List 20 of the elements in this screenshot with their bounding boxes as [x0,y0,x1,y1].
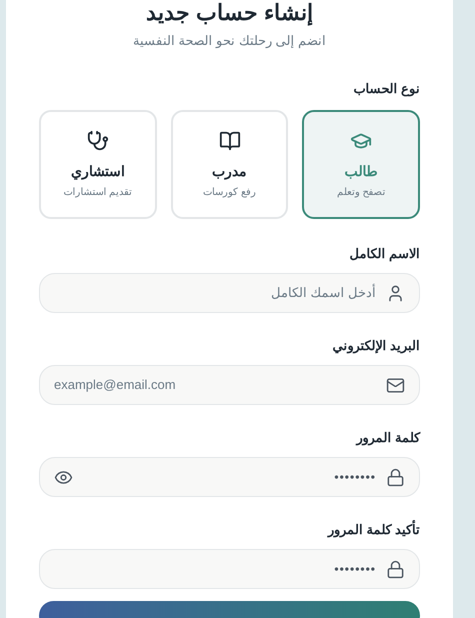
page-title: إنشاء حساب جديد [146,0,314,28]
input-field[interactable]: •••••••• [39,549,420,589]
input-field[interactable]: •••••••• [39,457,420,497]
field-label: البريد الإلكتروني [332,337,420,355]
field-label: الاسم الكامل [349,245,420,263]
input-field[interactable]: example@email.com [39,365,420,405]
field-label: نوع الحساب [353,80,420,98]
input-field[interactable]: أدخل اسمك الكامل [39,273,420,313]
field-label: كلمة المرور [356,429,420,447]
field-label: تأكيد كلمة المرور [328,521,420,539]
account-type-option[interactable]: مدرب رفع كورسات [170,110,288,219]
stethoscope-icon [86,130,109,152]
open-book-icon [218,130,241,152]
account-type-option[interactable]: استشاري تقديم استشارات [39,110,157,219]
mail-icon [386,376,405,394]
lock-icon [386,560,405,578]
lock-icon [386,468,405,486]
user-icon [386,284,405,302]
subtitle: انضم إلى رحلتك نحو الصحة النفسية [132,32,326,50]
account-type-option[interactable]: طالب تصفح وتعلم [302,110,420,219]
